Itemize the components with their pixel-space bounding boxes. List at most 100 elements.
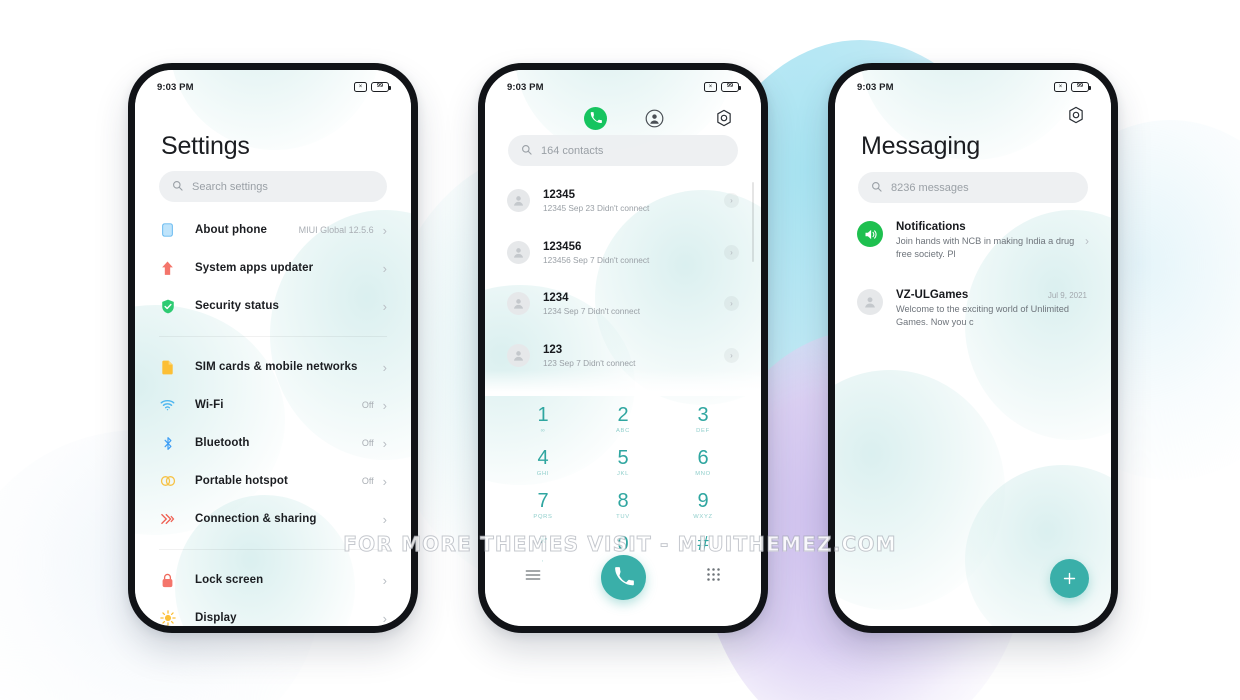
power-button[interactable] <box>767 280 768 328</box>
search-placeholder: 164 contacts <box>541 144 604 157</box>
page-title: Settings <box>161 132 250 160</box>
about-phone-icon <box>159 222 176 239</box>
phone-call-button[interactable] <box>601 554 646 600</box>
sidebar-item-security-status[interactable]: Security status › <box>135 287 411 325</box>
dialpad-key-6[interactable]: 6 MNO <box>663 441 743 484</box>
menu-lines-icon[interactable] <box>525 568 541 586</box>
tab-dialer-settings[interactable] <box>715 109 733 127</box>
vibrate-off-icon: × <box>354 82 367 92</box>
sidebar-item-lock-screen[interactable]: Lock screen › <box>135 561 411 599</box>
phone-call-icon <box>614 567 634 586</box>
keypad-grid-icon[interactable] <box>706 567 721 587</box>
plus-icon <box>1063 572 1076 585</box>
list-item[interactable]: 1234 1234 Sep 7 Didn't connect › <box>485 278 761 330</box>
security-status-icon <box>159 298 176 315</box>
power-button[interactable] <box>417 280 418 328</box>
portable-hotspot-icon <box>159 473 176 490</box>
phone-mockup-dialer: 9:03 PM × 99 164 contacts 12345 12345 Se… <box>478 63 768 633</box>
dialpad-key-3[interactable]: 3 DEF <box>663 398 743 441</box>
settings-list: About phone MIUI Global 12.5.6 › System … <box>135 211 411 626</box>
chevron-right-icon: › <box>382 435 387 451</box>
new-message-button[interactable] <box>1050 559 1089 598</box>
power-button[interactable] <box>1117 280 1118 328</box>
sidebar-item-label: About phone <box>195 224 267 236</box>
sidebar-item-wifi[interactable]: Wi-Fi Off › <box>135 386 411 424</box>
sidebar-item-display[interactable]: Display › <box>135 599 411 626</box>
volume-up-button[interactable] <box>828 213 829 243</box>
sidebar-item-label: Connection & sharing <box>195 513 317 525</box>
tab-contacts[interactable] <box>645 109 664 128</box>
chevron-right-icon: › <box>382 359 387 375</box>
sidebar-item-connection-sharing[interactable]: Connection & sharing › <box>135 500 411 538</box>
sidebar-item-label: Display <box>195 612 237 624</box>
dialpad-digit: 3 <box>697 403 709 426</box>
dialpad-key-7[interactable]: 7 PQRS <box>503 484 583 527</box>
volume-up-button[interactable] <box>478 213 479 243</box>
list-item[interactable]: Notifications Join hands with NCB in mak… <box>835 210 1111 271</box>
list-item[interactable]: VZ-ULGames Jul 9, 2021 Welcome to the ex… <box>835 271 1111 339</box>
search-icon <box>521 142 532 160</box>
dialpad-digit: 9 <box>697 489 709 512</box>
search-placeholder: Search settings <box>192 180 268 193</box>
dialpad: 1 ∞ 2 ABC 3 DEF 4 GHI 5 JKL 6 MNO 7 PQRS… <box>503 398 743 570</box>
list-item[interactable]: 123456 123456 Sep 7 Didn't connect › <box>485 227 761 279</box>
dialpad-letters: GHI <box>536 470 550 477</box>
thread-name: VZ-ULGames <box>896 289 969 302</box>
dialpad-letters: JKL <box>616 470 630 477</box>
phone-mockup-settings: 9:03 PM × 99 Settings Search settings Ab… <box>128 63 418 633</box>
messages-search-input[interactable]: 8236 messages <box>858 172 1088 203</box>
sidebar-item-about-phone[interactable]: About phone MIUI Global 12.5.6 › <box>135 211 411 249</box>
search-input[interactable]: Search settings <box>159 171 387 202</box>
sidebar-item-system-apps-updater[interactable]: System apps updater › <box>135 249 411 287</box>
dialpad-letters: TUV <box>616 513 630 520</box>
battery-icon: 99 <box>1071 82 1091 92</box>
volume-down-button[interactable] <box>128 253 129 283</box>
person-avatar <box>507 343 530 367</box>
chevron-right-icon: › <box>382 473 387 489</box>
volume-down-button[interactable] <box>478 253 479 283</box>
messaging-settings-button[interactable] <box>1067 106 1085 129</box>
dialpad-key-9[interactable]: 9 WXYZ <box>663 484 743 527</box>
sidebar-item-value: Off <box>361 438 374 448</box>
battery-icon: 99 <box>721 82 741 92</box>
call-name: 1234 <box>543 292 569 305</box>
gear-icon <box>717 109 731 127</box>
sidebar-item-value: MIUI Global 12.5.6 <box>298 225 374 235</box>
chevron-right-icon[interactable]: › <box>724 296 739 312</box>
scrollbar[interactable] <box>751 182 754 262</box>
dialpad-digit: 4 <box>537 446 549 469</box>
sidebar-item-bluetooth[interactable]: Bluetooth Off › <box>135 424 411 462</box>
settings-screen: 9:03 PM × 99 Settings Search settings Ab… <box>135 70 411 626</box>
dialpad-key-8[interactable]: 8 TUV <box>583 484 663 527</box>
tab-dialer[interactable] <box>584 106 607 130</box>
sidebar-item-portable-hotspot[interactable]: Portable hotspot Off › <box>135 462 411 500</box>
wifi-icon <box>159 397 176 414</box>
status-bar: 9:03 PM × 99 <box>485 78 761 96</box>
volume-up-button[interactable] <box>128 213 129 243</box>
call-detail: 123 Sep 7 Didn't connect <box>543 357 636 368</box>
sidebar-item-label: Bluetooth <box>195 437 250 449</box>
person-avatar <box>507 292 530 316</box>
chevron-right-icon[interactable]: › <box>724 193 739 209</box>
chevron-right-icon[interactable]: › <box>724 244 739 260</box>
dialpad-key-2[interactable]: 2 ABC <box>583 398 663 441</box>
status-icons: × 99 <box>354 82 391 92</box>
list-item[interactable]: 12345 12345 Sep 23 Didn't connect › <box>485 175 761 227</box>
lock-screen-icon <box>159 572 176 589</box>
vibrate-off-icon: × <box>1054 82 1067 92</box>
dialpad-key-4[interactable]: 4 GHI <box>503 441 583 484</box>
chevron-right-icon[interactable]: › <box>724 347 739 363</box>
volume-down-button[interactable] <box>828 253 829 283</box>
status-time: 9:03 PM <box>507 81 544 93</box>
dialpad-key-5[interactable]: 5 JKL <box>583 441 663 484</box>
call-log-list: 12345 12345 Sep 23 Didn't connect › 1234… <box>485 175 761 381</box>
battery-icon: 99 <box>371 82 391 92</box>
connection-sharing-icon <box>159 511 176 528</box>
battery-level: 99 <box>1076 83 1084 90</box>
chevron-right-icon: › <box>382 298 387 314</box>
dialpad-key-1[interactable]: 1 ∞ <box>503 398 583 441</box>
contacts-person-icon <box>645 109 664 127</box>
sidebar-item-sim-cards[interactable]: SIM cards & mobile networks › <box>135 348 411 386</box>
contacts-search-input[interactable]: 164 contacts <box>508 135 738 166</box>
phone-icon <box>584 106 607 130</box>
